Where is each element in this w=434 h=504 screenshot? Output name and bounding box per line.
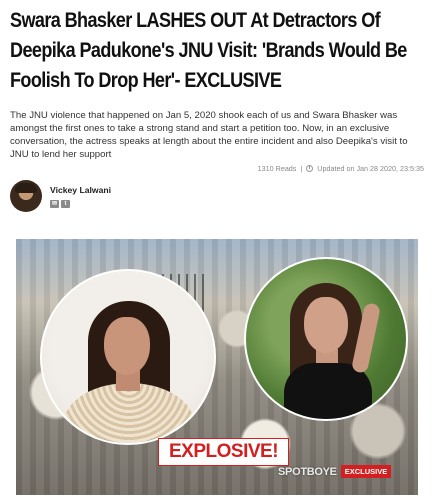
spotboye-watermark: SPOTBOYE EXCLUSIVE (278, 465, 392, 478)
meta-separator: | (300, 164, 303, 173)
portrait-right (244, 257, 408, 421)
author-name[interactable]: Vickey Lalwani (50, 185, 111, 195)
portrait-left (40, 269, 216, 445)
updated-timestamp: Updated on Jan 28 2020, 23:5:35 (317, 164, 424, 173)
clock-icon (306, 165, 314, 172)
author-byline: Vickey Lalwani ✉ t (10, 180, 310, 214)
hero-image[interactable]: EXPLOSIVE! SPOTBOYE EXCLUSIVE (16, 239, 418, 495)
article-headline: Swara Bhasker LASHES OUT At Detractors O… (10, 9, 407, 92)
watermark-logo: SPOTBOYE (278, 465, 337, 478)
article-meta: 1310 Reads | Updated on Jan 28 2020, 23:… (258, 164, 424, 173)
article-summary: The JNU violence that happened on Jan 5,… (10, 110, 408, 160)
exclusive-tag: EXCLUSIVE (340, 465, 392, 478)
twitter-icon[interactable]: t (61, 200, 70, 208)
author-social-links: ✉ t (50, 200, 70, 208)
author-avatar[interactable] (10, 180, 42, 212)
explosive-banner: EXPLOSIVE! (159, 439, 289, 465)
email-icon[interactable]: ✉ (50, 200, 59, 208)
read-count: 1310 Reads (257, 164, 297, 173)
